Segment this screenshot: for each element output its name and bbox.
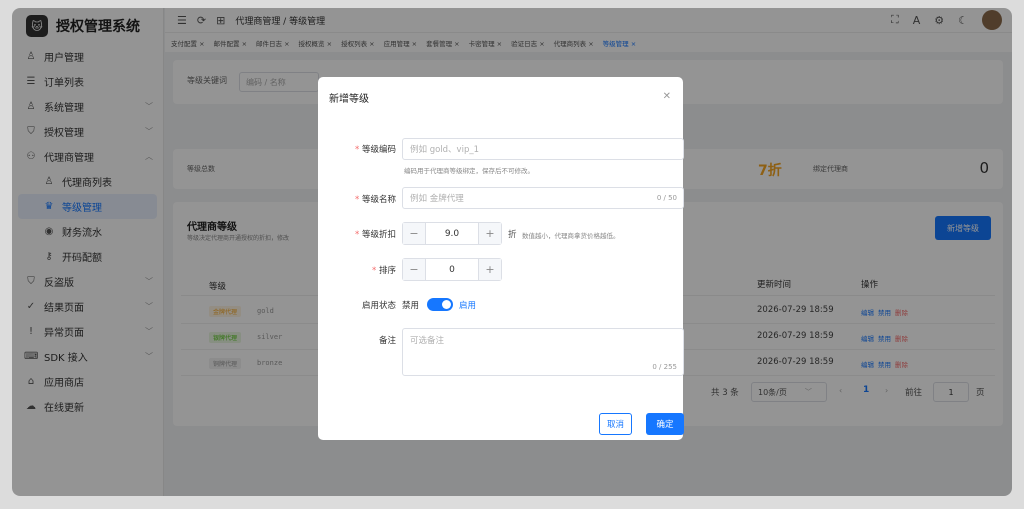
remark-textarea[interactable]: 可选备注 0 / 255 xyxy=(402,328,684,376)
discount-plus-button[interactable]: + xyxy=(479,223,501,244)
sort-stepper[interactable]: − 0 + xyxy=(402,258,502,281)
code-hint: 编码用于代理商等级绑定，保存后不可修改。 xyxy=(404,167,534,175)
toggle-knob xyxy=(442,300,451,309)
sort-value[interactable]: 0 xyxy=(425,259,479,280)
dialog-title: 新增等级 xyxy=(329,94,369,105)
sort-label: * 排序 xyxy=(372,266,396,276)
remark-label: 备注 xyxy=(378,336,396,346)
name-count: 0 / 50 xyxy=(656,194,677,202)
status-toggle[interactable] xyxy=(427,298,453,311)
sort-minus-button[interactable]: − xyxy=(403,259,425,280)
discount-hint: 数值越小，代理商拿货价格越低。 xyxy=(522,232,620,240)
status-on-label: 启用 xyxy=(459,301,477,311)
code-input[interactable]: 例如 gold、vip_1 xyxy=(402,138,684,160)
sort-plus-button[interactable]: + xyxy=(479,259,501,280)
add-level-dialog: 新增等级 ✕ * 等级编码 例如 gold、vip_1 编码用于代理商等级绑定，… xyxy=(318,77,684,440)
confirm-button[interactable]: 确定 xyxy=(646,413,684,435)
code-label: * 等级编码 xyxy=(355,145,396,155)
remark-count: 0 / 255 xyxy=(652,363,677,371)
discount-unit: 折 xyxy=(508,230,517,240)
name-input[interactable]: 例如 金牌代理 0 / 50 xyxy=(402,187,684,209)
cancel-button[interactable]: 取消 xyxy=(599,413,632,435)
status-off-label: 禁用 xyxy=(402,301,420,311)
discount-minus-button[interactable]: − xyxy=(403,223,425,244)
close-icon[interactable]: ✕ xyxy=(663,91,671,102)
status-label: 启用状态 xyxy=(361,301,396,311)
discount-value[interactable]: 9.0 xyxy=(425,223,479,244)
discount-stepper[interactable]: − 9.0 + xyxy=(402,222,502,245)
name-label: * 等级名称 xyxy=(355,195,396,205)
discount-label: * 等级折扣 xyxy=(355,230,396,240)
